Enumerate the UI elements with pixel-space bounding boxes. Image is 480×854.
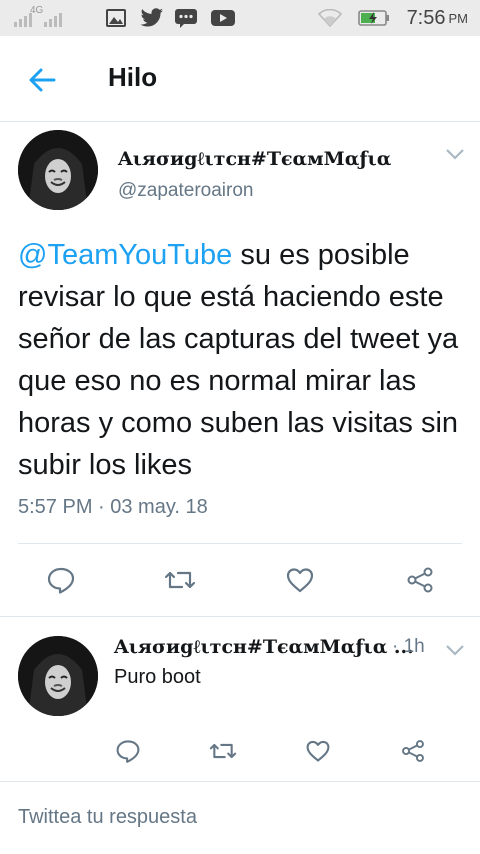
tweet-text: su es posible revisar lo que está hacien… [18,239,459,481]
masked-figure-avatar-icon [18,130,98,210]
reply-like-button[interactable] [305,738,331,764]
reply-icon [47,567,75,594]
status-clock: 7:56 PM [407,0,468,36]
mention-link[interactable]: @TeamYouTube [18,239,232,271]
reply-options-button[interactable] [444,642,466,658]
arrow-left-icon [29,68,56,92]
tweet-body: @TeamYouTube su es posible revisar lo qu… [18,234,468,486]
app-bar: Hilo [0,36,480,122]
twitter-bird-icon [140,0,164,36]
reply-retweet-button[interactable] [208,738,238,764]
divider [18,543,462,544]
back-button[interactable] [24,62,64,98]
tweet-timestamp[interactable]: 5:57 PM · 03 may. 18 [18,496,208,519]
heart-icon [306,740,330,762]
wifi-icon [318,0,342,36]
tweet-author-handle[interactable]: @zapateroairon [118,180,253,202]
image-icon [106,0,126,36]
status-bar: 4G 7:56 PM [0,0,480,36]
chevron-down-icon [446,149,464,160]
share-icon [402,740,424,762]
retweet-button[interactable] [163,565,196,595]
reply-button[interactable] [46,565,76,595]
reply-compose-input[interactable]: Twittea tu respuesta [18,806,197,829]
like-button[interactable] [285,565,315,595]
avatar[interactable] [18,130,98,210]
youtube-icon [210,0,236,36]
tweet-author-name[interactable]: Αιяσиgℓιтcн#TєαмMαƒια [118,148,391,171]
chevron-down-icon [446,645,464,656]
reply-author-name[interactable]: Αιяσиgℓιтcн#TєαмMαƒια ... [114,636,414,659]
divider [0,781,480,782]
retweet-icon [164,571,196,589]
divider [0,616,480,617]
page-title: Hilo [108,62,158,92]
tweet-options-button[interactable] [444,146,466,162]
battery-charging-icon [358,0,390,36]
network-type: 4G [30,4,44,16]
retweet-icon [209,743,237,759]
reply-share-button[interactable] [400,738,426,764]
heart-icon [286,568,314,593]
clock-ampm: PM [448,10,469,26]
reply-text: Puro boot [114,666,201,688]
reply-time: · 1h [392,636,425,657]
clock-time: 7:56 [406,6,446,29]
messenger-icon [174,0,198,36]
masked-figure-avatar-icon [18,636,98,716]
reply-icon [116,740,140,763]
share-button[interactable] [405,565,435,595]
share-icon [407,567,433,593]
reply-reply-button[interactable] [115,738,141,764]
reply-avatar[interactable] [18,636,98,716]
